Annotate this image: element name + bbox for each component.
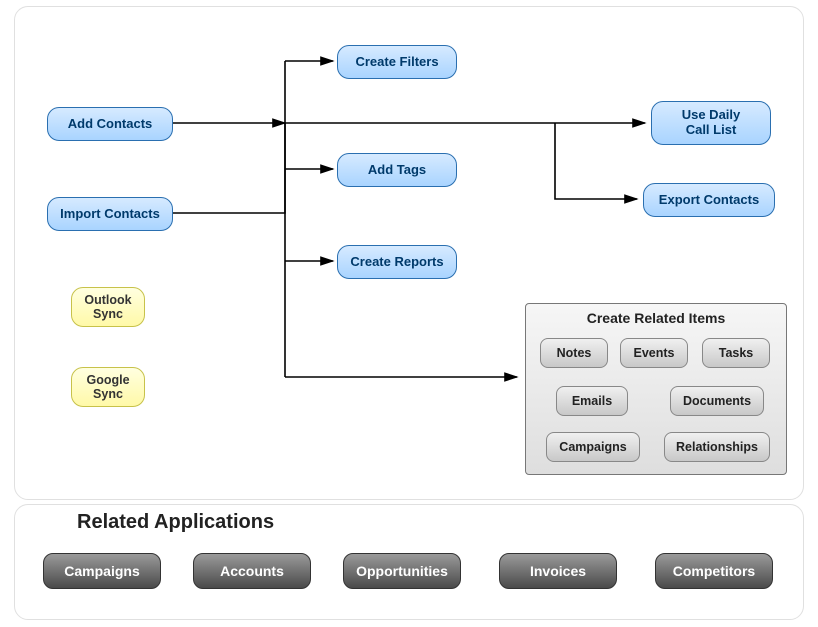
app-campaigns[interactable]: Campaigns bbox=[43, 553, 161, 589]
node-create-filters[interactable]: Create Filters bbox=[337, 45, 457, 79]
related-apps-title: Related Applications bbox=[77, 511, 274, 534]
node-create-reports[interactable]: Create Reports bbox=[337, 245, 457, 279]
app-competitors[interactable]: Competitors bbox=[655, 553, 773, 589]
related-item-emails[interactable]: Emails bbox=[556, 386, 628, 416]
related-item-campaigns[interactable]: Campaigns bbox=[546, 432, 640, 462]
related-item-tasks[interactable]: Tasks bbox=[702, 338, 770, 368]
related-items-group: Create Related Items Notes Events Tasks … bbox=[525, 303, 787, 475]
related-apps-panel: Related Applications Campaigns Accounts … bbox=[14, 504, 804, 620]
node-google-sync[interactable]: Google Sync bbox=[71, 367, 145, 407]
related-item-events[interactable]: Events bbox=[620, 338, 688, 368]
related-item-relationships[interactable]: Relationships bbox=[664, 432, 770, 462]
related-item-documents[interactable]: Documents bbox=[670, 386, 764, 416]
node-import-contacts[interactable]: Import Contacts bbox=[47, 197, 173, 231]
node-add-contacts[interactable]: Add Contacts bbox=[47, 107, 173, 141]
related-item-notes[interactable]: Notes bbox=[540, 338, 608, 368]
node-outlook-sync[interactable]: Outlook Sync bbox=[71, 287, 145, 327]
node-use-daily-call-list[interactable]: Use Daily Call List bbox=[651, 101, 771, 145]
flow-panel: Add Contacts Import Contacts Outlook Syn… bbox=[14, 6, 804, 500]
app-invoices[interactable]: Invoices bbox=[499, 553, 617, 589]
node-add-tags[interactable]: Add Tags bbox=[337, 153, 457, 187]
app-opportunities[interactable]: Opportunities bbox=[343, 553, 461, 589]
node-export-contacts[interactable]: Export Contacts bbox=[643, 183, 775, 217]
app-accounts[interactable]: Accounts bbox=[193, 553, 311, 589]
related-items-title: Create Related Items bbox=[526, 304, 786, 330]
